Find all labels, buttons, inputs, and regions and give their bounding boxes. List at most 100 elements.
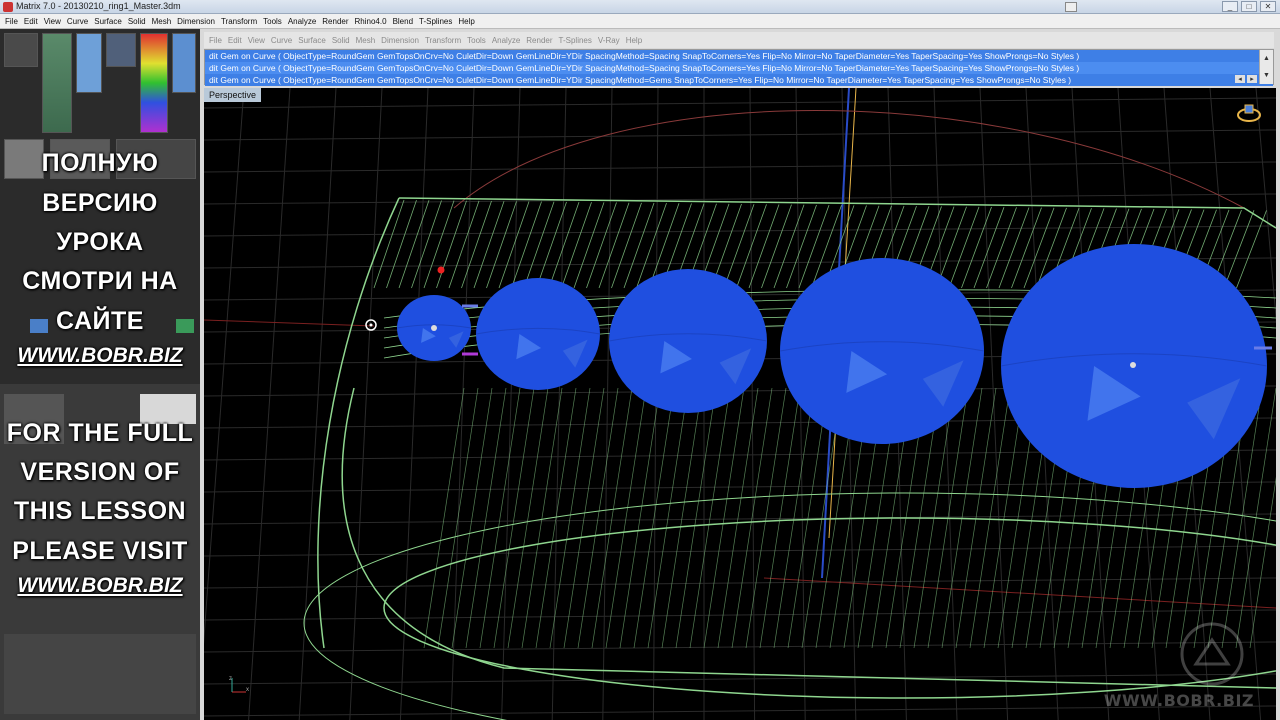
ring-mesh-line bbox=[761, 204, 792, 289]
x-axis-line bbox=[204, 319, 375, 327]
minimize-button[interactable]: _ bbox=[1222, 1, 1238, 12]
rhino-menu-tools[interactable]: Tools bbox=[464, 36, 489, 45]
rhino-menu-surface[interactable]: Surface bbox=[295, 36, 329, 45]
promo-ru-line: САЙТЕ bbox=[56, 307, 144, 335]
promo-ru-line: СМОТРИ НА bbox=[22, 267, 178, 295]
gem-center-point bbox=[1130, 362, 1136, 368]
rhino-menu-mesh[interactable]: Mesh bbox=[353, 36, 379, 45]
navigation-ring-icon[interactable] bbox=[1236, 102, 1262, 124]
menu-help[interactable]: Help bbox=[455, 17, 477, 26]
promo-en-line: VERSION OF bbox=[20, 458, 180, 486]
close-button[interactable]: ✕ bbox=[1260, 1, 1276, 12]
menu-blend[interactable]: Blend bbox=[390, 17, 416, 26]
ring-mesh-line bbox=[573, 202, 605, 289]
grid-line bbox=[248, 88, 291, 720]
ring-mesh-line bbox=[748, 204, 780, 289]
menu-file[interactable]: File bbox=[2, 17, 21, 26]
viewport-label[interactable]: Perspective bbox=[204, 88, 262, 102]
ring-mesh-line bbox=[586, 202, 617, 289]
main-menu-bar: File Edit View Curve Surface Solid Mesh Dimensi… bbox=[0, 14, 1280, 29]
ring-mesh-line bbox=[561, 202, 592, 289]
grid-line bbox=[749, 88, 756, 720]
ring-mesh-line bbox=[548, 201, 580, 289]
promo-ru-line: ПОЛНУЮ bbox=[41, 149, 159, 177]
tile-thumbnail[interactable] bbox=[42, 33, 72, 133]
menu-solid[interactable]: Solid bbox=[125, 17, 149, 26]
tile-thumbnail[interactable] bbox=[4, 634, 196, 714]
rhino-menu-edit[interactable]: Edit bbox=[225, 36, 245, 45]
menu-mesh[interactable]: Mesh bbox=[149, 17, 175, 26]
ring-side-edge bbox=[317, 197, 400, 649]
scroll-up-icon[interactable]: ▲ bbox=[1260, 50, 1273, 67]
maximize-button[interactable]: □ bbox=[1241, 1, 1257, 12]
rhino-menu-curve[interactable]: Curve bbox=[268, 36, 295, 45]
ring-mesh-line bbox=[386, 200, 417, 289]
command-history[interactable]: dit Gem on Curve ( ObjectType=RoundGem G… bbox=[204, 49, 1274, 86]
rhino-menu-dimension[interactable]: Dimension bbox=[378, 36, 422, 45]
menu-tools[interactable]: Tools bbox=[260, 17, 285, 26]
rhino-menu-view[interactable]: View bbox=[245, 36, 268, 45]
scroll-left-icon[interactable]: ◂ bbox=[1235, 75, 1245, 83]
tile-thumbnail[interactable] bbox=[106, 33, 136, 67]
perspective-viewport[interactable]: Perspective z x WWW.BOBR.BIZ bbox=[204, 88, 1276, 720]
app-icon bbox=[3, 2, 13, 12]
layout-icon[interactable] bbox=[1065, 2, 1077, 12]
ring-mesh-line bbox=[1249, 476, 1276, 649]
ring-mesh-line bbox=[773, 204, 805, 289]
viewport-canvas[interactable] bbox=[204, 88, 1276, 720]
promo-en-line: PLEASE VISIT bbox=[12, 537, 188, 565]
ring-mesh-line bbox=[1223, 210, 1255, 289]
menu-curve[interactable]: Curve bbox=[64, 17, 91, 26]
command-scrollbar[interactable]: ▲ ▼ bbox=[1259, 50, 1273, 84]
rhino-menu-transform[interactable]: Transform bbox=[422, 36, 464, 45]
rhino-menu-t-splines[interactable]: T-Splines bbox=[556, 36, 595, 45]
grid-line bbox=[204, 129, 1276, 141]
ring-mesh-line bbox=[723, 204, 755, 289]
grid-line bbox=[204, 161, 1276, 173]
rhino-menu-analyze[interactable]: Analyze bbox=[489, 36, 523, 45]
round-gem bbox=[476, 278, 600, 390]
ring-mesh-line bbox=[1236, 210, 1267, 289]
ring-mesh-line bbox=[986, 207, 1017, 289]
menu-analyze[interactable]: Analyze bbox=[285, 17, 319, 26]
title-bar: Matrix 7.0 - 20130210_ring1_Master.3dm _… bbox=[0, 0, 1280, 14]
round-gem bbox=[780, 258, 984, 444]
menu-transform[interactable]: Transform bbox=[218, 17, 260, 26]
menu-surface[interactable]: Surface bbox=[91, 17, 125, 26]
tile-thumbnail[interactable] bbox=[4, 33, 38, 67]
ring-mesh-line bbox=[973, 207, 1005, 289]
menu-dimension[interactable]: Dimension bbox=[174, 17, 218, 26]
ring-mesh-line bbox=[786, 204, 817, 289]
rhino-menu-help[interactable]: Help bbox=[623, 36, 645, 45]
tile-thumbnail[interactable] bbox=[172, 33, 196, 93]
promo-ru-line: ВЕРСИЮ bbox=[42, 189, 158, 217]
promo-en-link[interactable]: WWW.BOBR.BIZ bbox=[0, 574, 200, 598]
gem-center-point bbox=[431, 325, 437, 331]
watermark: WWW.BOBR.BIZ bbox=[1103, 691, 1254, 710]
rhino-menu-solid[interactable]: Solid bbox=[329, 36, 353, 45]
control-point bbox=[437, 266, 445, 274]
snap-marker bbox=[369, 323, 373, 327]
rhino-menu-file[interactable]: File bbox=[206, 36, 225, 45]
menu-edit[interactable]: Edit bbox=[21, 17, 41, 26]
scroll-right-icon[interactable]: ▸ bbox=[1247, 75, 1257, 83]
command-line: dit Gem on Curve ( ObjectType=RoundGem G… bbox=[205, 62, 1273, 74]
scroll-down-icon[interactable]: ▼ bbox=[1260, 67, 1273, 84]
ring-mesh-line bbox=[486, 201, 517, 289]
menu-render[interactable]: Render bbox=[319, 17, 351, 26]
grid-line bbox=[450, 88, 475, 720]
menu-t-splines[interactable]: T-Splines bbox=[416, 17, 455, 26]
menu-rhino4-0[interactable]: Rhino4.0 bbox=[352, 17, 390, 26]
promo-en-line: THIS LESSON bbox=[13, 497, 187, 525]
color-swatch[interactable] bbox=[140, 33, 168, 133]
promo-ru-link[interactable]: WWW.BOBR.BIZ bbox=[0, 344, 200, 368]
rhino-menu-v-ray[interactable]: V-Ray bbox=[595, 36, 623, 45]
main-area: File Edit View Curve Surface Solid Mesh Dimensi… bbox=[200, 29, 1280, 720]
tile-thumbnail[interactable] bbox=[76, 33, 102, 93]
axis-label-x: x bbox=[246, 687, 249, 693]
menu-view[interactable]: View bbox=[41, 17, 64, 26]
ring-mesh-line bbox=[473, 201, 505, 289]
ring-mesh-line bbox=[523, 201, 555, 289]
promo-ru-line: УРОКА bbox=[56, 228, 144, 256]
rhino-menu-render[interactable]: Render bbox=[523, 36, 555, 45]
